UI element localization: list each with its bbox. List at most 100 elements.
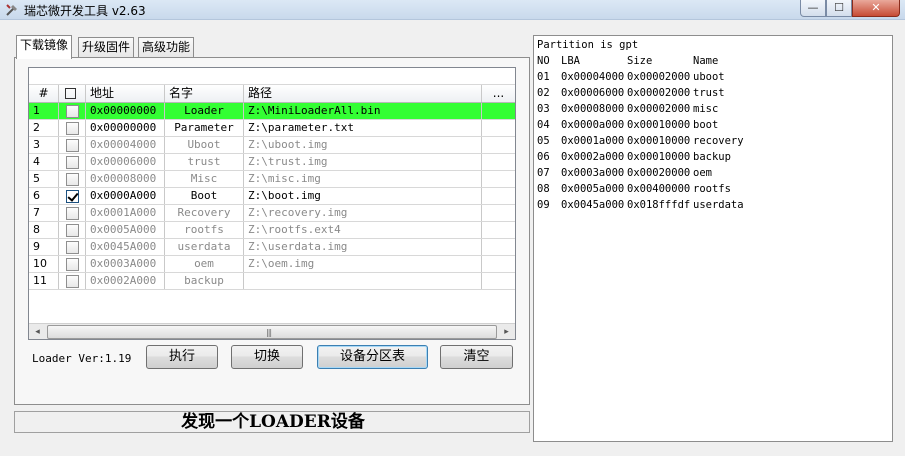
row-name[interactable]: trust: [165, 154, 244, 170]
tab-upgrade-firmware[interactable]: 升级固件: [78, 37, 135, 58]
table-row[interactable]: 2 0x00000000 Parameter Z:\parameter.txt: [29, 120, 515, 137]
row-browse[interactable]: [482, 205, 515, 221]
row-browse[interactable]: [482, 103, 515, 119]
partition-grid[interactable]: # 地址 名字 路径 ... 1 0x00000000 Loader Z:\MiniL…: [28, 67, 516, 340]
row-path[interactable]: [244, 273, 482, 289]
row-address[interactable]: 0x00000000: [86, 120, 165, 136]
row-browse[interactable]: [482, 273, 515, 289]
row-name[interactable]: Boot: [165, 188, 244, 204]
row-browse[interactable]: [482, 154, 515, 170]
row-name[interactable]: userdata: [165, 239, 244, 255]
row-path[interactable]: Z:\uboot.img: [244, 137, 482, 153]
column-header-address[interactable]: 地址: [86, 85, 165, 102]
row-checkbox[interactable]: [66, 258, 79, 271]
row-address[interactable]: 0x0002A000: [86, 273, 165, 289]
scroll-right-arrow-icon[interactable]: ▸: [498, 324, 515, 339]
row-checkbox[interactable]: [66, 156, 79, 169]
row-checkbox-cell[interactable]: [59, 103, 86, 119]
row-checkbox[interactable]: [66, 207, 79, 220]
scroll-thumb[interactable]: |||: [47, 325, 497, 339]
row-checkbox[interactable]: [66, 241, 79, 254]
row-browse[interactable]: [482, 239, 515, 255]
row-checkbox-cell[interactable]: [59, 154, 86, 170]
row-path[interactable]: Z:\MiniLoaderAll.bin: [244, 103, 482, 119]
row-browse[interactable]: [482, 222, 515, 238]
row-address[interactable]: 0x00008000: [86, 171, 165, 187]
row-address[interactable]: 0x0001A000: [86, 205, 165, 221]
row-checkbox[interactable]: [66, 105, 79, 118]
row-checkbox[interactable]: [66, 139, 79, 152]
row-name[interactable]: rootfs: [165, 222, 244, 238]
run-button[interactable]: 执行: [146, 345, 218, 369]
row-checkbox-cell[interactable]: [59, 120, 86, 136]
row-name[interactable]: Misc: [165, 171, 244, 187]
row-checkbox-cell[interactable]: [59, 273, 86, 289]
column-header-path[interactable]: 路径: [244, 85, 482, 102]
row-name[interactable]: Recovery: [165, 205, 244, 221]
row-browse[interactable]: [482, 171, 515, 187]
maximize-button[interactable]: ☐: [826, 0, 852, 17]
row-address[interactable]: 0x0003A000: [86, 256, 165, 272]
row-checkbox-cell[interactable]: [59, 188, 86, 204]
table-row[interactable]: 1 0x00000000 Loader Z:\MiniLoaderAll.bin: [29, 103, 515, 120]
table-row[interactable]: 8 0x0005A000 rootfs Z:\rootfs.ext4: [29, 222, 515, 239]
row-address[interactable]: 0x0000A000: [86, 188, 165, 204]
partition-log-panel[interactable]: Partition is gpt NO LBA Size Name 01 0x00…: [533, 35, 893, 442]
row-browse[interactable]: [482, 120, 515, 136]
row-checkbox[interactable]: [66, 122, 79, 135]
row-checkbox-cell[interactable]: [59, 205, 86, 221]
row-name[interactable]: Loader: [165, 103, 244, 119]
row-checkbox-cell[interactable]: [59, 256, 86, 272]
row-checkbox[interactable]: [66, 224, 79, 237]
row-checkbox-cell[interactable]: [59, 239, 86, 255]
title-bar[interactable]: 瑞芯微开发工具 v2.63 — ☐ ✕: [0, 0, 905, 20]
row-address[interactable]: 0x00004000: [86, 137, 165, 153]
column-header-select-all[interactable]: [59, 85, 86, 102]
row-name[interactable]: Uboot: [165, 137, 244, 153]
table-row[interactable]: 3 0x00004000 Uboot Z:\uboot.img: [29, 137, 515, 154]
row-path[interactable]: Z:\misc.img: [244, 171, 482, 187]
column-header-more[interactable]: ...: [482, 85, 515, 102]
row-path[interactable]: Z:\oem.img: [244, 256, 482, 272]
table-row[interactable]: 5 0x00008000 Misc Z:\misc.img: [29, 171, 515, 188]
row-checkbox[interactable]: [66, 275, 79, 288]
row-address[interactable]: 0x00000000: [86, 103, 165, 119]
table-row[interactable]: 4 0x00006000 trust Z:\trust.img: [29, 154, 515, 171]
row-name[interactable]: Parameter: [165, 120, 244, 136]
table-row[interactable]: 6 0x0000A000 Boot Z:\boot.img: [29, 188, 515, 205]
row-browse[interactable]: [482, 137, 515, 153]
minimize-button[interactable]: —: [800, 0, 826, 17]
row-browse[interactable]: [482, 256, 515, 272]
row-path[interactable]: Z:\parameter.txt: [244, 120, 482, 136]
row-path[interactable]: Z:\trust.img: [244, 154, 482, 170]
row-path[interactable]: Z:\userdata.img: [244, 239, 482, 255]
row-path[interactable]: Z:\recovery.img: [244, 205, 482, 221]
row-address[interactable]: 0x0045A000: [86, 239, 165, 255]
close-button[interactable]: ✕: [852, 0, 900, 17]
row-address[interactable]: 0x0005A000: [86, 222, 165, 238]
column-header-name[interactable]: 名字: [165, 85, 244, 102]
table-row[interactable]: 10 0x0003A000 oem Z:\oem.img: [29, 256, 515, 273]
table-row[interactable]: 9 0x0045A000 userdata Z:\userdata.img: [29, 239, 515, 256]
row-checkbox-cell[interactable]: [59, 222, 86, 238]
row-checkbox[interactable]: [66, 173, 79, 186]
clear-button[interactable]: 清空: [440, 345, 513, 369]
row-path[interactable]: Z:\boot.img: [244, 188, 482, 204]
tab-download-image[interactable]: 下载镜像: [16, 35, 73, 59]
tab-advanced-functions[interactable]: 高级功能: [138, 37, 195, 58]
row-checkbox-cell[interactable]: [59, 137, 86, 153]
row-browse[interactable]: [482, 188, 515, 204]
row-checkbox-cell[interactable]: [59, 171, 86, 187]
switch-button[interactable]: 切换: [231, 345, 303, 369]
table-row[interactable]: 11 0x0002A000 backup: [29, 273, 515, 290]
scroll-left-arrow-icon[interactable]: ◂: [29, 324, 46, 339]
row-path[interactable]: Z:\rootfs.ext4: [244, 222, 482, 238]
horizontal-scrollbar[interactable]: ◂ ||| ▸: [29, 323, 515, 339]
device-partition-table-button[interactable]: 设备分区表: [317, 345, 428, 369]
row-name[interactable]: oem: [165, 256, 244, 272]
table-row[interactable]: 7 0x0001A000 Recovery Z:\recovery.img: [29, 205, 515, 222]
row-name[interactable]: backup: [165, 273, 244, 289]
row-address[interactable]: 0x00006000: [86, 154, 165, 170]
select-all-checkbox[interactable]: [65, 88, 76, 99]
row-checkbox[interactable]: [66, 190, 79, 203]
